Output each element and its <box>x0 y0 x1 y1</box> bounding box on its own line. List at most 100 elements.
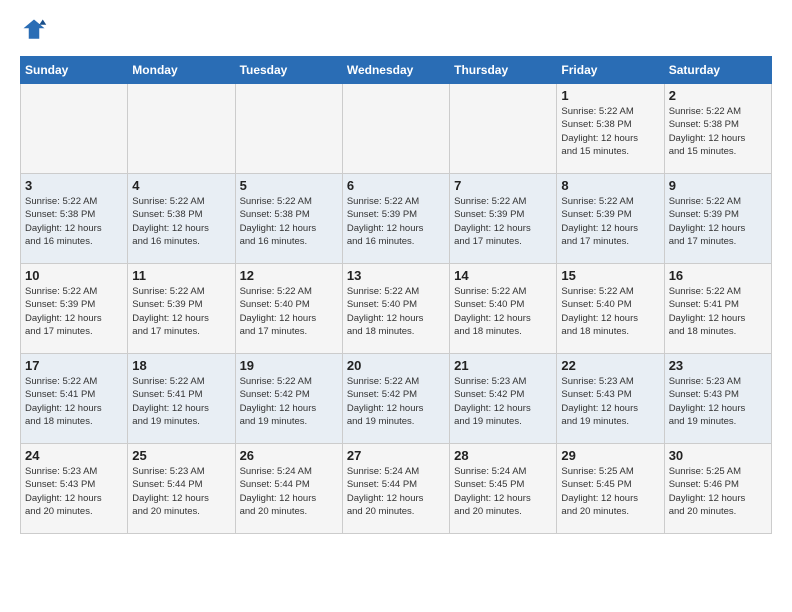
day-number: 10 <box>25 268 123 283</box>
calendar-header: SundayMondayTuesdayWednesdayThursdayFrid… <box>21 57 772 84</box>
day-info: Sunrise: 5:22 AM Sunset: 5:40 PM Dayligh… <box>454 285 552 338</box>
day-info: Sunrise: 5:22 AM Sunset: 5:40 PM Dayligh… <box>240 285 338 338</box>
calendar-cell: 28 Sunrise: 5:24 AM Sunset: 5:45 PM Dayli… <box>450 444 557 534</box>
calendar-cell: 18Sunrise: 5:22 AM Sunset: 5:41 PM Dayli… <box>128 354 235 444</box>
day-number: 16 <box>669 268 767 283</box>
weekday-header-thursday: Thursday <box>450 57 557 84</box>
calendar-cell: 10 Sunrise: 5:22 AM Sunset: 5:39 PM Dayli… <box>21 264 128 354</box>
day-info: Sunrise: 5:22 AM Sunset: 5:38 PM Dayligh… <box>561 105 659 158</box>
calendar-cell <box>128 84 235 174</box>
day-number: 11 <box>132 268 230 283</box>
calendar-cell: 22 Sunrise: 5:23 AM Sunset: 5:43 PM Dayli… <box>557 354 664 444</box>
day-number: 20 <box>347 358 445 373</box>
day-info: Sunrise: 5:22 AM Sunset: 5:39 PM Dayligh… <box>454 195 552 248</box>
day-number: 21 <box>454 358 552 373</box>
weekday-header-monday: Monday <box>128 57 235 84</box>
day-number: 7 <box>454 178 552 193</box>
day-number: 8 <box>561 178 659 193</box>
header <box>20 16 772 44</box>
weekday-header-friday: Friday <box>557 57 664 84</box>
calendar-cell <box>21 84 128 174</box>
day-info: Sunrise: 5:22 AM Sunset: 5:42 PM Dayligh… <box>240 375 338 428</box>
day-info: Sunrise: 5:22 AM Sunset: 5:38 PM Dayligh… <box>240 195 338 248</box>
calendar-cell: 1 Sunrise: 5:22 AM Sunset: 5:38 PM Daylig… <box>557 84 664 174</box>
day-info: Sunrise: 5:23 AM Sunset: 5:43 PM Dayligh… <box>669 375 767 428</box>
calendar-cell: 16 Sunrise: 5:22 AM Sunset: 5:41 PM Dayli… <box>664 264 771 354</box>
weekday-header-row: SundayMondayTuesdayWednesdayThursdayFrid… <box>21 57 772 84</box>
day-info: Sunrise: 5:22 AM Sunset: 5:39 PM Dayligh… <box>132 285 230 338</box>
calendar-cell: 12Sunrise: 5:22 AM Sunset: 5:40 PM Dayli… <box>235 264 342 354</box>
day-number: 26 <box>240 448 338 463</box>
day-info: Sunrise: 5:22 AM Sunset: 5:39 PM Dayligh… <box>25 285 123 338</box>
calendar-cell: 11 Sunrise: 5:22 AM Sunset: 5:39 PM Dayli… <box>128 264 235 354</box>
day-number: 24 <box>25 448 123 463</box>
day-info: Sunrise: 5:24 AM Sunset: 5:44 PM Dayligh… <box>347 465 445 518</box>
calendar-cell: 30 Sunrise: 5:25 AM Sunset: 5:46 PM Dayli… <box>664 444 771 534</box>
calendar-cell <box>235 84 342 174</box>
day-number: 18 <box>132 358 230 373</box>
calendar-cell: 21 Sunrise: 5:23 AM Sunset: 5:42 PM Dayli… <box>450 354 557 444</box>
day-number: 5 <box>240 178 338 193</box>
calendar-cell: 27 Sunrise: 5:24 AM Sunset: 5:44 PM Dayli… <box>342 444 449 534</box>
calendar-cell: 14 Sunrise: 5:22 AM Sunset: 5:40 PM Dayli… <box>450 264 557 354</box>
day-info: Sunrise: 5:23 AM Sunset: 5:44 PM Dayligh… <box>132 465 230 518</box>
day-number: 27 <box>347 448 445 463</box>
day-info: Sunrise: 5:23 AM Sunset: 5:42 PM Dayligh… <box>454 375 552 428</box>
calendar-week-row: 3 Sunrise: 5:22 AM Sunset: 5:38 PM Daylig… <box>21 174 772 264</box>
calendar-cell: 9 Sunrise: 5:22 AM Sunset: 5:39 PM Daylig… <box>664 174 771 264</box>
day-info: Sunrise: 5:22 AM Sunset: 5:39 PM Dayligh… <box>561 195 659 248</box>
day-number: 28 <box>454 448 552 463</box>
calendar: SundayMondayTuesdayWednesdayThursdayFrid… <box>20 56 772 534</box>
calendar-week-row: 10 Sunrise: 5:22 AM Sunset: 5:39 PM Dayli… <box>21 264 772 354</box>
page: SundayMondayTuesdayWednesdayThursdayFrid… <box>0 0 792 554</box>
day-info: Sunrise: 5:25 AM Sunset: 5:45 PM Dayligh… <box>561 465 659 518</box>
weekday-header-sunday: Sunday <box>21 57 128 84</box>
calendar-cell: 5 Sunrise: 5:22 AM Sunset: 5:38 PM Daylig… <box>235 174 342 264</box>
calendar-body: 1 Sunrise: 5:22 AM Sunset: 5:38 PM Daylig… <box>21 84 772 534</box>
day-number: 19 <box>240 358 338 373</box>
weekday-header-tuesday: Tuesday <box>235 57 342 84</box>
calendar-cell: 3 Sunrise: 5:22 AM Sunset: 5:38 PM Daylig… <box>21 174 128 264</box>
day-info: Sunrise: 5:22 AM Sunset: 5:39 PM Dayligh… <box>347 195 445 248</box>
day-info: Sunrise: 5:25 AM Sunset: 5:46 PM Dayligh… <box>669 465 767 518</box>
day-number: 15 <box>561 268 659 283</box>
day-number: 9 <box>669 178 767 193</box>
calendar-week-row: 24 Sunrise: 5:23 AM Sunset: 5:43 PM Dayli… <box>21 444 772 534</box>
calendar-cell: 26 Sunrise: 5:24 AM Sunset: 5:44 PM Dayli… <box>235 444 342 534</box>
day-info: Sunrise: 5:23 AM Sunset: 5:43 PM Dayligh… <box>561 375 659 428</box>
day-info: Sunrise: 5:22 AM Sunset: 5:41 PM Dayligh… <box>669 285 767 338</box>
day-number: 13 <box>347 268 445 283</box>
day-info: Sunrise: 5:22 AM Sunset: 5:39 PM Dayligh… <box>669 195 767 248</box>
calendar-cell: 24 Sunrise: 5:23 AM Sunset: 5:43 PM Dayli… <box>21 444 128 534</box>
calendar-cell: 8 Sunrise: 5:22 AM Sunset: 5:39 PM Daylig… <box>557 174 664 264</box>
day-number: 3 <box>25 178 123 193</box>
calendar-week-row: 1 Sunrise: 5:22 AM Sunset: 5:38 PM Daylig… <box>21 84 772 174</box>
calendar-cell: 29Sunrise: 5:25 AM Sunset: 5:45 PM Dayli… <box>557 444 664 534</box>
day-info: Sunrise: 5:24 AM Sunset: 5:45 PM Dayligh… <box>454 465 552 518</box>
day-number: 14 <box>454 268 552 283</box>
day-number: 25 <box>132 448 230 463</box>
calendar-cell: 6Sunrise: 5:22 AM Sunset: 5:39 PM Daylig… <box>342 174 449 264</box>
day-info: Sunrise: 5:22 AM Sunset: 5:38 PM Dayligh… <box>25 195 123 248</box>
weekday-header-wednesday: Wednesday <box>342 57 449 84</box>
day-info: Sunrise: 5:22 AM Sunset: 5:38 PM Dayligh… <box>669 105 767 158</box>
day-number: 1 <box>561 88 659 103</box>
weekday-header-saturday: Saturday <box>664 57 771 84</box>
calendar-cell: 2Sunrise: 5:22 AM Sunset: 5:38 PM Daylig… <box>664 84 771 174</box>
calendar-cell: 17Sunrise: 5:22 AM Sunset: 5:41 PM Dayli… <box>21 354 128 444</box>
logo-icon <box>20 16 48 44</box>
calendar-cell: 4Sunrise: 5:22 AM Sunset: 5:38 PM Daylig… <box>128 174 235 264</box>
day-number: 22 <box>561 358 659 373</box>
day-info: Sunrise: 5:22 AM Sunset: 5:42 PM Dayligh… <box>347 375 445 428</box>
calendar-cell: 20 Sunrise: 5:22 AM Sunset: 5:42 PM Dayli… <box>342 354 449 444</box>
day-info: Sunrise: 5:24 AM Sunset: 5:44 PM Dayligh… <box>240 465 338 518</box>
day-number: 30 <box>669 448 767 463</box>
calendar-cell: 13 Sunrise: 5:22 AM Sunset: 5:40 PM Dayli… <box>342 264 449 354</box>
calendar-cell: 23Sunrise: 5:23 AM Sunset: 5:43 PM Dayli… <box>664 354 771 444</box>
day-info: Sunrise: 5:22 AM Sunset: 5:40 PM Dayligh… <box>347 285 445 338</box>
day-info: Sunrise: 5:23 AM Sunset: 5:43 PM Dayligh… <box>25 465 123 518</box>
day-number: 17 <box>25 358 123 373</box>
calendar-cell: 15 Sunrise: 5:22 AM Sunset: 5:40 PM Dayli… <box>557 264 664 354</box>
day-info: Sunrise: 5:22 AM Sunset: 5:40 PM Dayligh… <box>561 285 659 338</box>
day-number: 4 <box>132 178 230 193</box>
